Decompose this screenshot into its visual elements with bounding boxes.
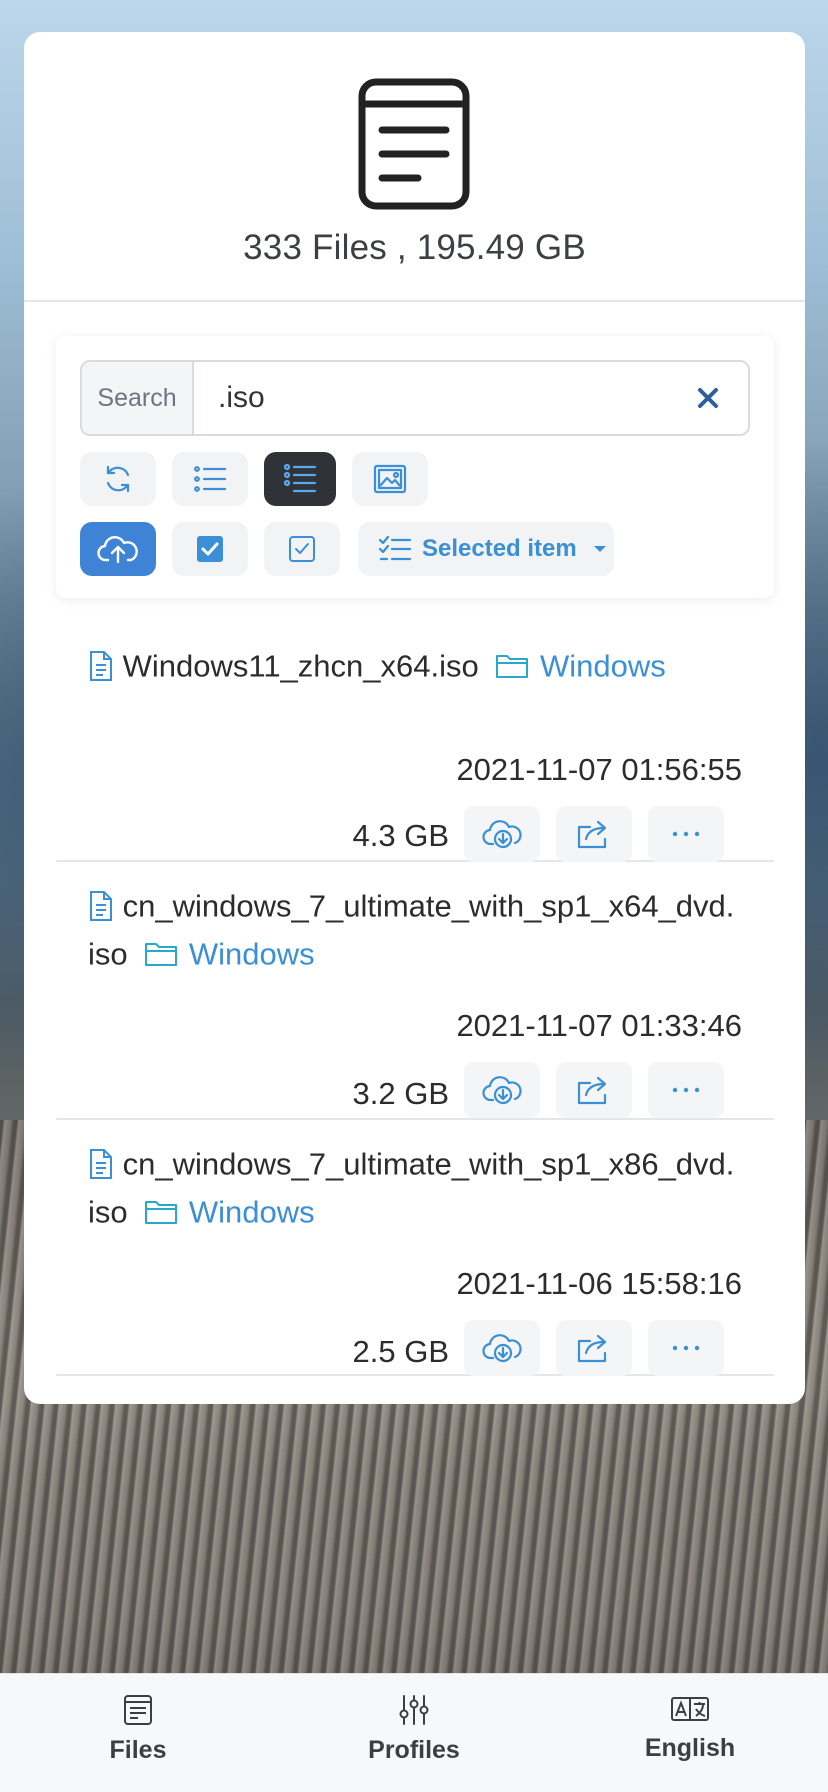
- file-size: 2.5 GB: [352, 1334, 450, 1369]
- file-name-line2[interactable]: iso: [88, 936, 128, 971]
- translate-icon: [671, 1697, 709, 1721]
- cloud-download-icon: [482, 1076, 522, 1105]
- download-button[interactable]: [464, 1062, 540, 1118]
- cloud-download-icon: [482, 820, 522, 849]
- share-icon: [577, 1076, 607, 1105]
- detail-list-icon: [283, 463, 317, 493]
- nav-item-files[interactable]: Files: [0, 1674, 276, 1792]
- share-button[interactable]: [556, 1320, 632, 1376]
- close-icon: [698, 388, 718, 408]
- more-icon: [672, 831, 700, 837]
- file-title: Windows11_zhcn_x64.iso Windows: [88, 640, 748, 689]
- select-mode-button[interactable]: [264, 522, 340, 576]
- toolbar-card: Search .iso Selected item: [56, 336, 774, 598]
- file-title-continued: iso Windows: [88, 928, 748, 977]
- refresh-icon: [106, 465, 130, 493]
- file-title: cn_windows_7_ultimate_with_sp1_x64_dvd.: [88, 880, 748, 929]
- folder-link[interactable]: Windows: [189, 936, 315, 971]
- file-icon: [90, 650, 112, 681]
- share-icon: [577, 1334, 607, 1363]
- list-view-button[interactable]: [172, 452, 248, 506]
- checkbox-outline-icon: [289, 536, 315, 562]
- selected-item-dropdown[interactable]: Selected item: [358, 522, 614, 576]
- files-summary: 333 Files , 195.49 GB: [243, 228, 586, 267]
- upload-button[interactable]: [80, 522, 156, 576]
- share-icon: [577, 820, 607, 849]
- share-button[interactable]: [556, 806, 632, 862]
- more-icon: [672, 1087, 700, 1093]
- file-size: 3.2 GB: [352, 1076, 450, 1111]
- clear-search-button[interactable]: [668, 362, 748, 434]
- caret-down-icon: [593, 546, 606, 552]
- list-icon: [194, 466, 227, 492]
- file-name-line2[interactable]: iso: [88, 1194, 128, 1229]
- nav-label-files: Files: [109, 1736, 167, 1764]
- file-item[interactable]: cn_windows_7_ultimate_with_sp1_x64_dvd. …: [56, 862, 774, 1120]
- file-title-continued: iso Windows: [88, 1186, 748, 1235]
- more-icon: [672, 1345, 700, 1351]
- image-view-button[interactable]: [352, 452, 428, 506]
- more-options-button[interactable]: [648, 1320, 724, 1376]
- folder-icon: [145, 1200, 178, 1224]
- checklist-icon: [378, 535, 412, 561]
- sliders-icon: [399, 1695, 429, 1725]
- folder-link[interactable]: Windows: [189, 1194, 315, 1229]
- more-options-button[interactable]: [648, 1062, 724, 1118]
- file-browser-card: 333 Files , 195.49 GB Search .iso Select…: [24, 32, 805, 1404]
- download-button[interactable]: [464, 806, 540, 862]
- file-size: 4.3 GB: [352, 818, 450, 853]
- search-group: Search: [80, 360, 750, 436]
- more-options-button[interactable]: [648, 806, 724, 862]
- folder-link[interactable]: Windows: [540, 648, 666, 683]
- cloud-download-icon: [482, 1334, 522, 1363]
- select-all-button[interactable]: [172, 522, 248, 576]
- document-icon: [124, 1695, 152, 1725]
- folder-icon: [496, 654, 529, 678]
- file-date: 2021-11-07 01:56:55: [456, 752, 742, 787]
- file-item[interactable]: Windows11_zhcn_x64.iso Windows 2021-11-0…: [56, 622, 774, 862]
- detail-view-button[interactable]: [264, 452, 336, 506]
- file-name-line1[interactable]: cn_windows_7_ultimate_with_sp1_x64_dvd.: [123, 888, 735, 923]
- file-name-line1[interactable]: cn_windows_7_ultimate_with_sp1_x86_dvd.: [123, 1146, 735, 1181]
- nav-item-language[interactable]: English: [552, 1674, 828, 1792]
- nav-item-profiles[interactable]: Profiles: [276, 1674, 552, 1792]
- cloud-upload-icon: [97, 536, 138, 564]
- bottom-nav: Files Profiles English: [0, 1673, 828, 1792]
- file-icon: [90, 1148, 112, 1179]
- card-header: 333 Files , 195.49 GB: [24, 32, 805, 302]
- file-name[interactable]: Windows11_zhcn_x64.iso: [123, 648, 479, 683]
- search-label: Search: [82, 362, 194, 434]
- file-item[interactable]: cn_windows_7_ultimate_with_sp1_x86_dvd. …: [56, 1120, 774, 1376]
- file-date: 2021-11-06 15:58:16: [456, 1266, 742, 1301]
- share-button[interactable]: [556, 1062, 632, 1118]
- file-date: 2021-11-07 01:33:46: [456, 1008, 742, 1043]
- checkbox-checked-icon: [197, 536, 223, 562]
- nav-label-profiles: Profiles: [368, 1736, 460, 1764]
- search-input[interactable]: [194, 362, 668, 434]
- selected-item-label: Selected item: [422, 535, 577, 562]
- nav-label-language: English: [644, 1734, 736, 1762]
- file-title: cn_windows_7_ultimate_with_sp1_x86_dvd.: [88, 1138, 748, 1187]
- folder-icon: [145, 942, 178, 966]
- refresh-button[interactable]: [80, 452, 156, 506]
- file-icon: [90, 890, 112, 921]
- document-icon: [358, 78, 470, 210]
- image-icon: [373, 464, 407, 494]
- download-button[interactable]: [464, 1320, 540, 1376]
